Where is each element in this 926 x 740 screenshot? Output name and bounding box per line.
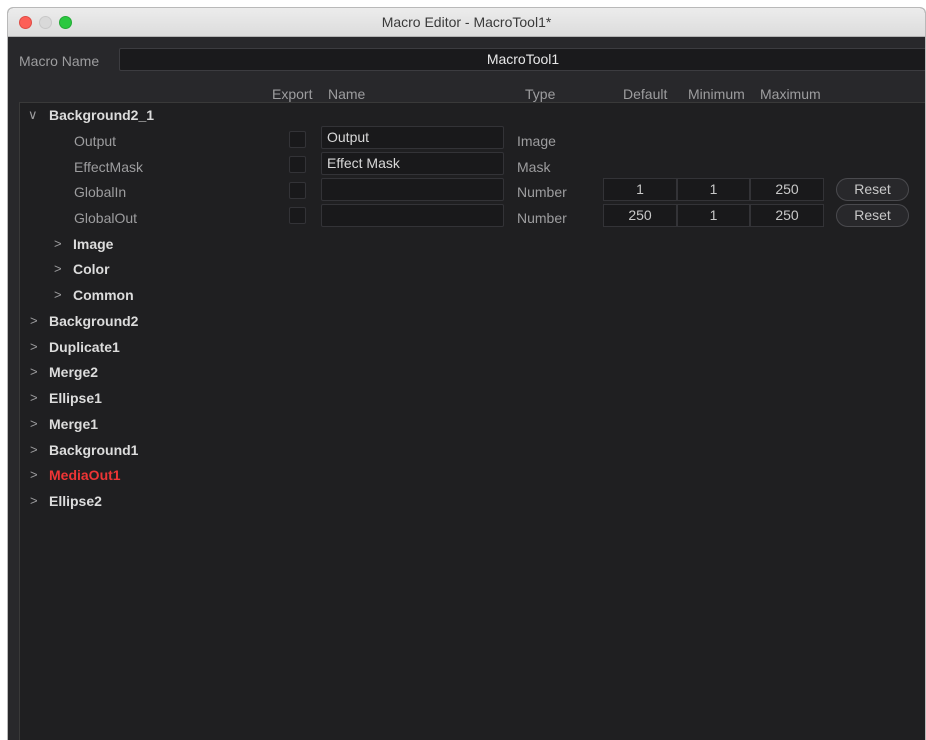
default-input-globalout[interactable]: 250 <box>603 204 677 227</box>
tree-node-label: Merge1 <box>49 416 99 432</box>
export-checkbox-globalin[interactable] <box>289 182 306 199</box>
tree-group-label: Common <box>73 287 134 303</box>
chevron-right-icon[interactable]: > <box>54 286 62 304</box>
macro-editor-window: Macro Editor - MacroTool1* Macro Name Ma… <box>7 7 926 740</box>
param-name-input-globalout[interactable] <box>321 204 504 227</box>
param-type-globalout: Number <box>517 210 567 226</box>
chevron-right-icon[interactable]: > <box>30 338 38 356</box>
param-name-input-effectmask[interactable]: Effect Mask <box>321 152 504 175</box>
column-header-minimum: Minimum <box>688 86 745 102</box>
tree-node-label: Ellipse1 <box>49 390 102 406</box>
chevron-right-icon[interactable]: > <box>54 260 62 278</box>
export-checkbox-globalout[interactable] <box>289 207 306 224</box>
chevron-right-icon[interactable]: > <box>30 415 38 433</box>
maximum-input-globalin[interactable]: 250 <box>750 178 824 201</box>
tree-node-label: MediaOut1 <box>49 467 121 483</box>
tree-node-label: Merge2 <box>49 364 99 380</box>
param-label-globalout: GlobalOut <box>74 210 138 226</box>
tree-group-label: Image <box>73 236 114 252</box>
title-bar[interactable]: Macro Editor - MacroTool1* <box>8 8 925 37</box>
export-checkbox-effectmask[interactable] <box>289 156 306 173</box>
param-type-effectmask: Mask <box>517 159 551 175</box>
chevron-down-icon[interactable]: ∨ <box>28 106 38 124</box>
chevron-right-icon[interactable]: > <box>30 389 38 407</box>
default-input-globalin[interactable]: 1 <box>603 178 677 201</box>
param-label-output: Output <box>74 133 117 149</box>
macro-name-label: Macro Name <box>19 53 100 69</box>
tree-node-label: Background1 <box>49 442 139 458</box>
export-checkbox-output[interactable] <box>289 131 306 148</box>
tree-node-label: Duplicate1 <box>49 339 120 355</box>
chevron-right-icon[interactable]: > <box>30 466 38 484</box>
minimum-input-globalout[interactable]: 1 <box>677 204 750 227</box>
chevron-right-icon[interactable]: > <box>30 312 38 330</box>
tree-node-label: Background2_1 <box>49 107 155 123</box>
reset-button-globalout[interactable]: Reset <box>836 204 909 227</box>
maximum-input-globalout[interactable]: 250 <box>750 204 824 227</box>
column-header-export: Export <box>272 86 313 102</box>
reset-button-globalin[interactable]: Reset <box>836 178 909 201</box>
param-label-effectmask: EffectMask <box>74 159 143 175</box>
column-header-name: Name <box>328 86 366 102</box>
chevron-right-icon[interactable]: > <box>30 441 38 459</box>
param-name-input-output[interactable]: Output <box>321 126 504 149</box>
tree-node-label: Background2 <box>49 313 139 329</box>
macro-name-input[interactable]: MacroTool1 <box>119 48 925 71</box>
param-type-output: Image <box>517 133 556 149</box>
column-header-default: Default <box>623 86 668 102</box>
chevron-right-icon[interactable]: > <box>30 363 38 381</box>
column-header-maximum: Maximum <box>760 86 821 102</box>
window-title: Macro Editor - MacroTool1* <box>381 14 552 30</box>
minimum-input-globalin[interactable]: 1 <box>677 178 750 201</box>
chevron-right-icon[interactable]: > <box>30 492 38 510</box>
param-name-input-globalin[interactable] <box>321 178 504 201</box>
chevron-right-icon[interactable]: > <box>54 235 62 253</box>
column-header-type: Type <box>525 86 556 102</box>
param-type-globalin: Number <box>517 184 567 200</box>
param-label-globalin: GlobalIn <box>74 184 127 200</box>
tree-node-label: Ellipse2 <box>49 493 102 509</box>
tree-group-label: Color <box>73 261 110 277</box>
